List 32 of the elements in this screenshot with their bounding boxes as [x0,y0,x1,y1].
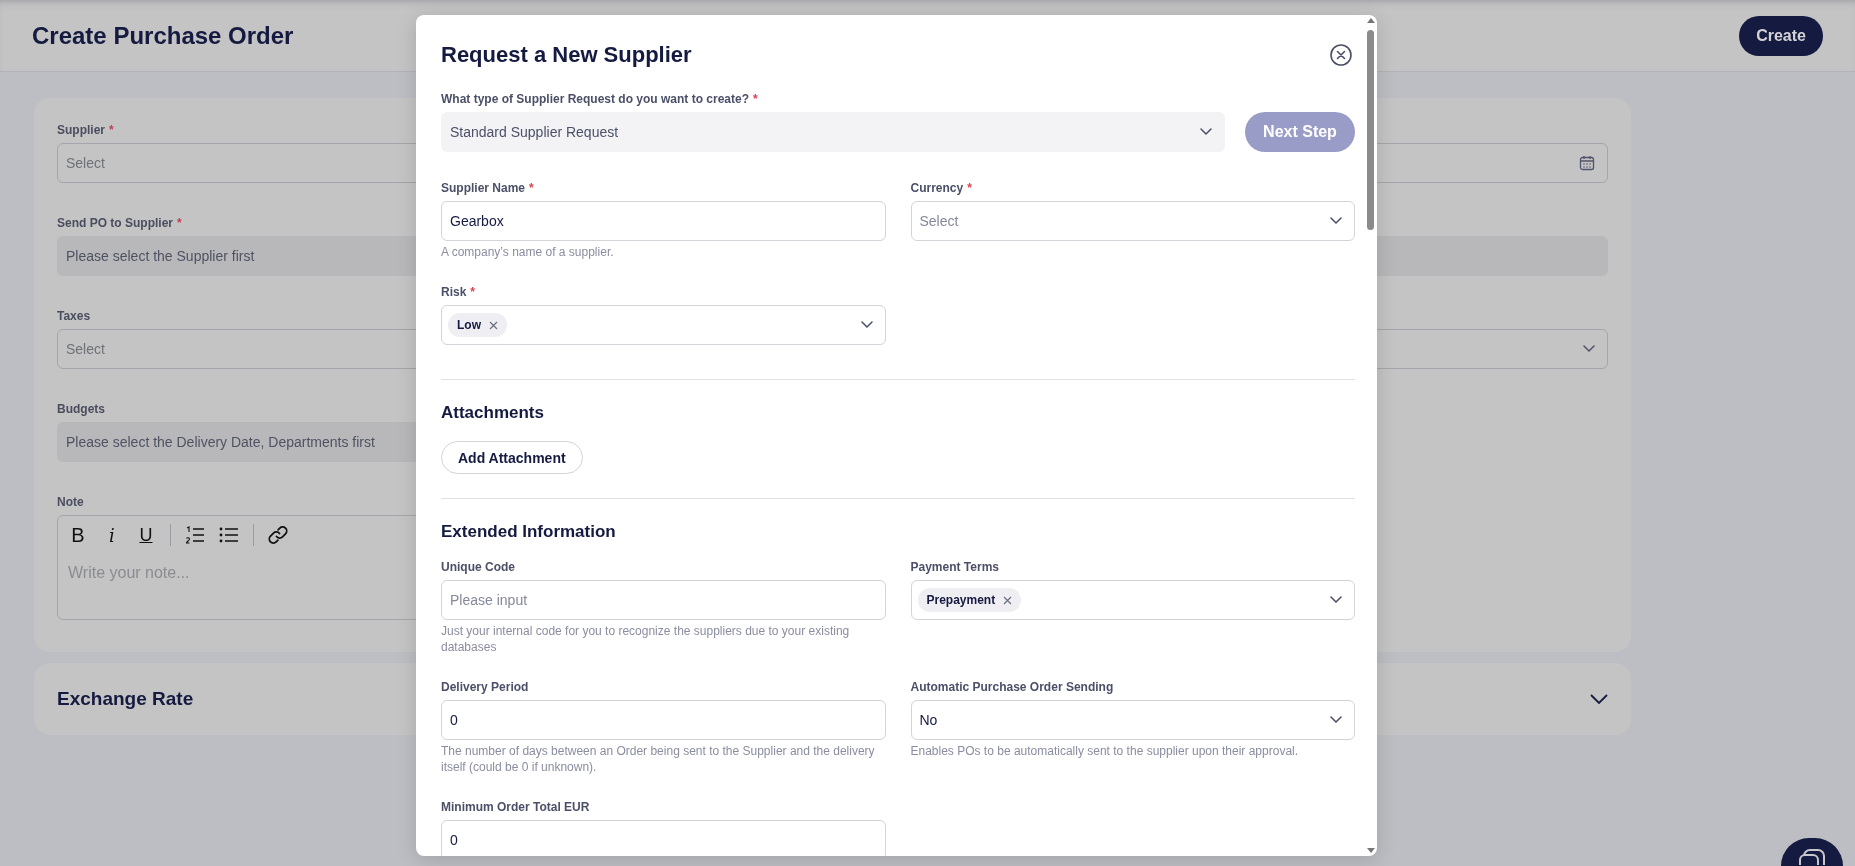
field-label: Taxes [57,308,91,324]
field-label: Budgets [57,401,105,417]
required-mark: * [967,180,972,196]
field-label: Payment Terms [910,559,999,575]
field-label: Minimum Order Total EUR [441,799,590,815]
section-title: Extended Information [441,521,617,543]
required-mark: * [529,180,534,196]
dialog-title: Request a New Supplier [441,42,692,68]
field-label: Delivery Period [441,679,529,695]
field-label: Note [57,494,84,510]
required-mark: * [109,122,114,138]
section-title: Exchange Rate [57,688,194,710]
field-label: Supplier Name [441,180,526,196]
section-title: Attachments [441,402,545,424]
field-label: Supplier [57,122,105,138]
help-text: Enables POs to be automatically sent to the supplier upon their approval. [910,743,1300,759]
help-text: Just your internal code for you to recognize the suppliers due to your existing databases [441,623,851,655]
field-label: Unique Code [441,559,515,575]
required-mark: * [177,215,182,231]
field-label: Send PO to Supplier [57,215,173,231]
required-mark: * [470,284,476,300]
field-label: Risk [441,284,467,300]
required-mark: * [753,91,758,107]
page-title: Create Purchase Order [32,21,294,50]
tag-label: Prepayment [926,593,996,607]
editor-placeholder: Write your note... [68,564,190,582]
help-text: A company’s name of a supplier. [441,244,615,260]
tag-label: Low [457,318,481,332]
field-label: Automatic Purchase Order Sending [910,679,1114,695]
field-label: Currency [910,180,964,196]
help-text: The number of days between an Order being sent to the Supplier and the delivery itself (could be 0 if unknown). [441,743,876,775]
field-label: What type of Supplier Request do you want to create? [441,91,750,107]
